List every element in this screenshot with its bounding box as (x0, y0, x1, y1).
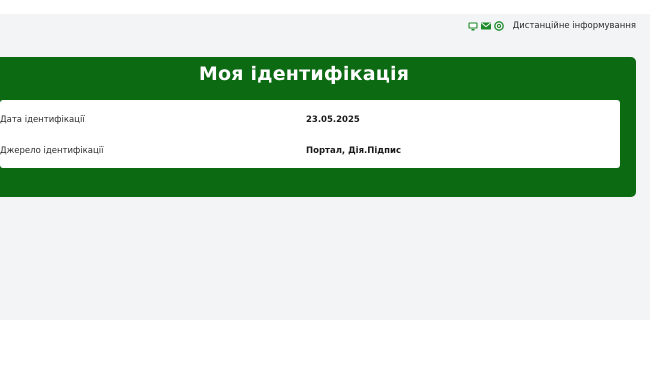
identification-details: Дата ідентифікації 23.05.2025 Джерело ід… (0, 100, 620, 168)
identification-date-value: 23.05.2025 (306, 115, 360, 125)
identification-source-row: Джерело ідентифікації Портал, Дія.Підпис (0, 146, 620, 160)
remote-info-link[interactable]: Дистанційне інформування (513, 21, 636, 31)
at-icon[interactable] (494, 21, 505, 31)
identification-date-row: Дата ідентифікації 23.05.2025 (0, 115, 620, 129)
identification-card: Моя ідентифікація Дата ідентифікації 23.… (0, 57, 636, 197)
app-area: Дистанційне інформування Моя ідентифікац… (0, 0, 650, 320)
card-title: Моя ідентифікація (198, 63, 410, 85)
monitor-icon[interactable] (468, 21, 479, 31)
identification-source-value: Портал, Дія.Підпис (306, 146, 402, 156)
mail-icon[interactable] (481, 21, 492, 31)
screen: Дистанційне інформування Моя ідентифікац… (0, 0, 650, 390)
utility-bar: Дистанційне інформування (468, 20, 636, 32)
identification-source-label: Джерело ідентифікації (0, 146, 104, 156)
top-strip (0, 0, 650, 14)
identification-date-label: Дата ідентифікації (0, 115, 85, 125)
